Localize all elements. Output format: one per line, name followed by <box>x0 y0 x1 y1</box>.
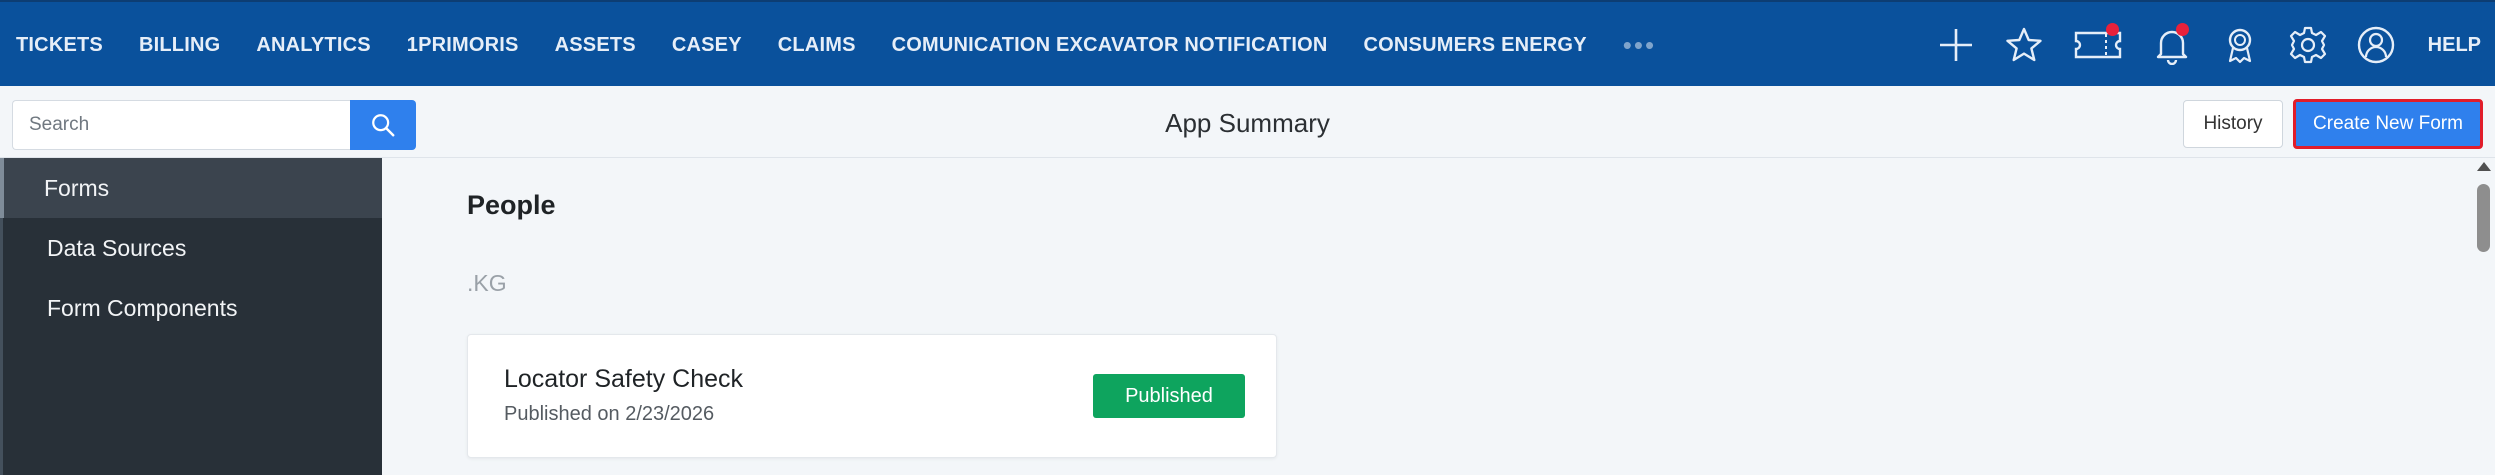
nav-item-claims[interactable]: CLAIMS <box>778 34 856 57</box>
group-label: .KG <box>467 270 507 296</box>
bell-icon[interactable] <box>2150 23 2194 67</box>
scroll-up-arrow-icon[interactable] <box>2477 162 2491 171</box>
section-title: People <box>467 190 556 220</box>
history-button[interactable]: History <box>2183 100 2283 148</box>
notification-dot <box>2175 23 2189 36</box>
gear-icon[interactable] <box>2286 23 2330 67</box>
user-icon[interactable] <box>2354 23 2398 67</box>
page-title: App Summary <box>1165 108 1330 138</box>
sidebar-item-label: Form Components <box>47 294 238 321</box>
main-content: People .KG Locator Safety Check Publishe… <box>382 158 2472 475</box>
create-new-form-button[interactable]: Create New Form <box>2293 99 2483 149</box>
form-published-date: Published on 2/23/2026 <box>504 403 715 425</box>
form-title: Locator Safety Check <box>504 365 744 393</box>
sidebar-item-forms[interactable]: Forms <box>0 158 382 218</box>
sidebar: Forms Data Sources Form Components <box>0 158 382 475</box>
nav-item-billing[interactable]: BILLING <box>139 34 220 57</box>
notification-dot <box>2105 23 2119 36</box>
form-card[interactable]: Locator Safety Check Published on 2/23/2… <box>467 334 1277 458</box>
help-link[interactable]: HELP <box>2428 34 2481 57</box>
plus-icon[interactable] <box>1934 23 1978 67</box>
sidebar-item-form-components[interactable]: Form Components <box>3 278 382 338</box>
nav-item-comunication-excavator-notification[interactable]: COMUNICATION EXCAVATOR NOTIFICATION <box>892 34 1328 57</box>
nav-item-assets[interactable]: ASSETS <box>555 34 636 57</box>
nav-item-casey[interactable]: CASEY <box>672 34 742 57</box>
ticket-icon[interactable] <box>2070 23 2126 67</box>
star-icon[interactable] <box>2002 23 2046 67</box>
sidebar-item-label: Forms <box>44 174 110 201</box>
award-icon[interactable] <box>2218 23 2262 67</box>
app-header: App Summary History Create New Form <box>0 86 2495 158</box>
status-badge: Published <box>1093 374 1245 418</box>
nav-icon-group: HELP <box>1934 2 2495 88</box>
ellipsis-icon[interactable]: ••• <box>1623 30 1656 61</box>
nav-item-analytics[interactable]: ANALYTICS <box>256 34 370 57</box>
nav-item-consumers-energy[interactable]: CONSUMERS ENERGY <box>1364 34 1587 57</box>
scrollbar-thumb[interactable] <box>2477 184 2490 252</box>
nav-item-tickets[interactable]: TICKETS <box>16 34 103 57</box>
sidebar-item-data-sources[interactable]: Data Sources <box>3 218 382 278</box>
nav-item-1primoris[interactable]: 1PRIMORIS <box>407 34 519 57</box>
scrollbar[interactable] <box>2472 158 2495 475</box>
top-navigation-bar: TICKETS BILLING ANALYTICS 1PRIMORIS ASSE… <box>0 0 2495 86</box>
sidebar-item-label: Data Sources <box>47 234 187 261</box>
nav-menu: TICKETS BILLING ANALYTICS 1PRIMORIS ASSE… <box>16 2 1656 88</box>
